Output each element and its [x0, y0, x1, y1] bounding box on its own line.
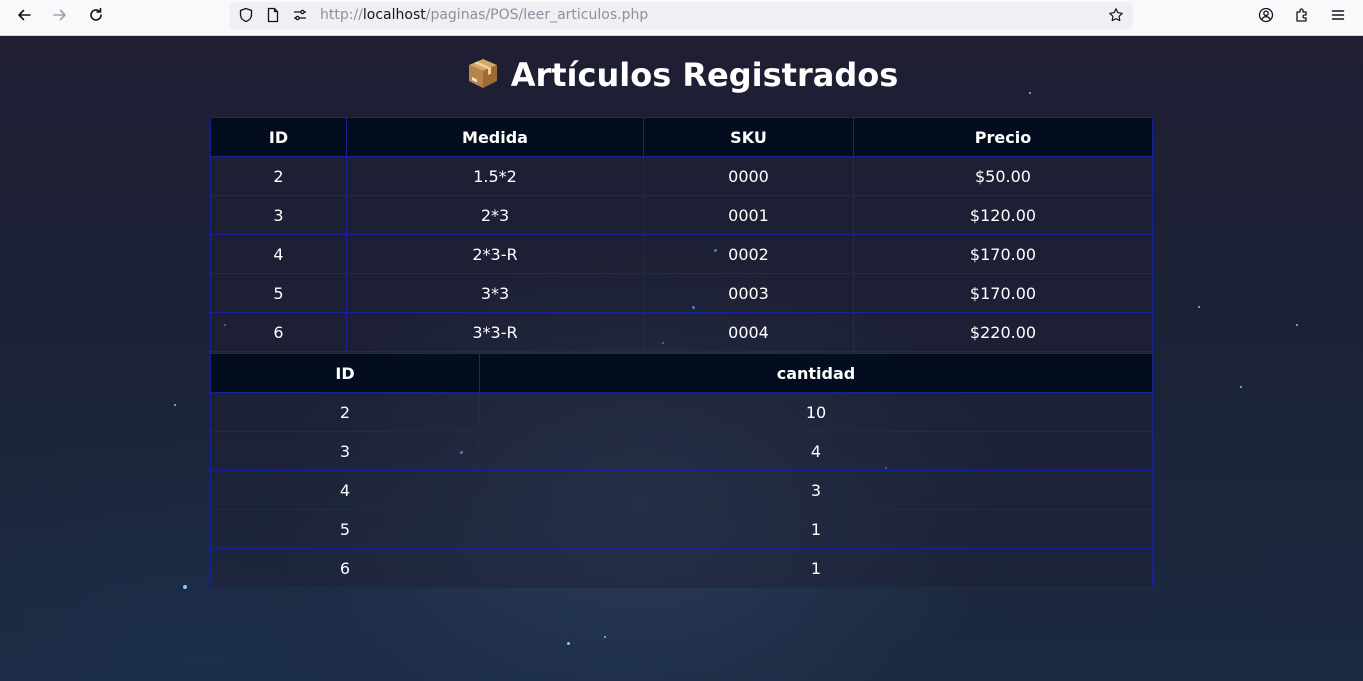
extensions-icon: [1296, 8, 1307, 22]
cell-cantidad: 1: [479, 509, 1153, 549]
cell-precio: $120.00: [853, 195, 1153, 235]
cell-precio: $170.00: [853, 234, 1153, 274]
table-header-row: ID Medida SKU Precio: [210, 117, 1153, 157]
url-path: /paginas/POS/leer_articulos.php: [425, 7, 649, 23]
cell-id: 5: [210, 509, 480, 549]
browser-toolbar: http://localhost/paginas/POS/leer_articu…: [0, 0, 1363, 36]
column-header-id: ID: [210, 117, 347, 157]
cell-sku: 0004: [643, 312, 854, 352]
forward-icon: [53, 9, 66, 21]
table-row: 6 1: [210, 548, 1153, 588]
cell-id: 6: [210, 548, 480, 588]
url-host: localhost: [362, 7, 426, 23]
table-row: 4 3: [210, 470, 1153, 510]
url-text[interactable]: http://localhost/paginas/POS/leer_articu…: [320, 7, 648, 23]
cell-precio: $220.00: [853, 312, 1153, 352]
account-button[interactable]: [1252, 4, 1280, 26]
cell-id: 6: [210, 312, 347, 352]
cell-cantidad: 4: [479, 431, 1153, 471]
table-row: 5 1: [210, 509, 1153, 549]
shield-icon[interactable]: [238, 7, 254, 23]
cell-sku: 0003: [643, 273, 854, 313]
column-header-id: ID: [210, 353, 480, 393]
menu-button[interactable]: [1324, 4, 1352, 26]
permissions-icon[interactable]: [292, 7, 308, 23]
forward-button[interactable]: [46, 4, 74, 26]
cell-sku: 0001: [643, 195, 854, 235]
table-row: 3 2*3 0001 $120.00: [210, 195, 1153, 235]
cell-precio: $170.00: [853, 273, 1153, 313]
cell-id: 2: [210, 156, 347, 196]
cell-id: 4: [210, 234, 347, 274]
cell-medida: 3*3-R: [346, 312, 644, 352]
column-header-cantidad: cantidad: [479, 353, 1153, 393]
cell-precio: $50.00: [853, 156, 1153, 196]
cell-medida: 1.5*2: [346, 156, 644, 196]
table-row: 3 4: [210, 431, 1153, 471]
extensions-button[interactable]: [1288, 4, 1316, 26]
url-bar[interactable]: http://localhost/paginas/POS/leer_articu…: [230, 2, 1133, 29]
inventario-table: ID cantidad 2 10 3 4 4 3 5 1 6 1: [210, 353, 1153, 588]
cell-sku: 0002: [643, 234, 854, 274]
page-icon: [265, 7, 281, 23]
cell-cantidad: 10: [479, 392, 1153, 432]
cell-cantidad: 3: [479, 470, 1153, 510]
table-row: 4 2*3-R 0002 $170.00: [210, 234, 1153, 274]
star: [1240, 386, 1242, 388]
page-body: Artículos Registrados ID Medida SKU Prec…: [0, 36, 1363, 681]
table-header-row: ID cantidad: [210, 353, 1153, 393]
table-row: 2 10: [210, 392, 1153, 432]
cell-sku: 0000: [643, 156, 854, 196]
bookmark-star-icon[interactable]: [1108, 7, 1124, 23]
cell-medida: 2*3-R: [346, 234, 644, 274]
table-row: 6 3*3-R 0004 $220.00: [210, 312, 1153, 352]
back-button[interactable]: [10, 4, 38, 26]
star: [567, 642, 570, 645]
reload-icon: [90, 7, 102, 21]
star: [183, 585, 187, 589]
reload-button[interactable]: [82, 4, 110, 26]
cell-medida: 3*3: [346, 273, 644, 313]
menu-icon: [1331, 10, 1345, 20]
star: [604, 636, 606, 638]
cell-id: 5: [210, 273, 347, 313]
column-header-medida: Medida: [346, 117, 644, 157]
cell-medida: 2*3: [346, 195, 644, 235]
star: [1296, 324, 1298, 326]
cell-id: 3: [210, 431, 480, 471]
url-scheme: http://: [320, 7, 363, 23]
back-icon: [18, 9, 31, 21]
column-header-sku: SKU: [643, 117, 854, 157]
star: [174, 404, 176, 406]
package-icon: [468, 59, 497, 88]
cell-cantidad: 1: [479, 548, 1153, 588]
cell-id: 3: [210, 195, 347, 235]
articulos-table: ID Medida SKU Precio 2 1.5*2 0000 $50.00…: [210, 117, 1153, 352]
table-row: 2 1.5*2 0000 $50.00: [210, 156, 1153, 196]
cell-id: 2: [210, 392, 480, 432]
account-icon: [1258, 7, 1274, 23]
page-title-text: Artículos Registrados: [510, 56, 899, 94]
table-row: 5 3*3 0003 $170.00: [210, 273, 1153, 313]
cell-id: 4: [210, 470, 480, 510]
page-title: Artículos Registrados: [0, 56, 1363, 94]
star: [1198, 306, 1200, 308]
column-header-precio: Precio: [853, 117, 1153, 157]
